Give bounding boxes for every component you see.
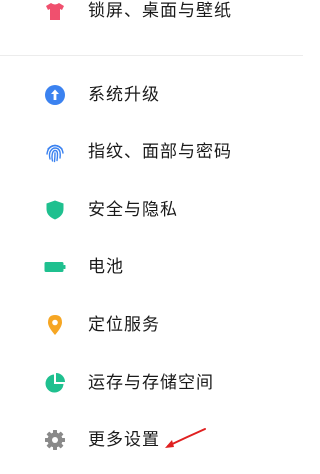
settings-item-security-privacy[interactable]: 安全与隐私 (0, 190, 303, 230)
settings-item-label: 运存与存储空间 (88, 373, 214, 393)
settings-item-more-settings[interactable]: 更多设置 (0, 420, 303, 460)
tshirt-icon (44, 0, 66, 22)
annotation-arrow-icon (165, 428, 206, 448)
location-pin-icon (44, 314, 66, 336)
settings-item-system-upgrade[interactable]: 系统升级 (0, 75, 303, 115)
settings-item-label: 系统升级 (88, 85, 160, 105)
settings-item-ram-storage[interactable]: 运存与存储空间 (0, 363, 303, 403)
section-divider (0, 55, 303, 56)
upgrade-arrow-icon (44, 84, 66, 106)
settings-item-label: 指纹、面部与密码 (88, 142, 232, 162)
settings-item-location-services[interactable]: 定位服务 (0, 305, 303, 345)
settings-item-label: 锁屏、桌面与壁纸 (88, 1, 232, 21)
gear-icon (44, 429, 66, 451)
storage-pie-icon (44, 372, 66, 394)
settings-item-battery[interactable]: 电池 (0, 247, 303, 287)
settings-item-lockscreen-wallpaper[interactable]: 锁屏、桌面与壁纸 (0, 0, 303, 31)
settings-item-label: 更多设置 (88, 430, 160, 450)
settings-item-label: 定位服务 (88, 315, 160, 335)
battery-icon (44, 256, 66, 278)
settings-item-label: 安全与隐私 (88, 200, 178, 220)
fingerprint-icon (44, 141, 66, 163)
shield-icon (44, 199, 66, 221)
settings-item-label: 电池 (88, 257, 124, 277)
settings-item-fingerprint-face-password[interactable]: 指纹、面部与密码 (0, 132, 303, 172)
settings-list: 锁屏、桌面与壁纸 系统升级 指纹、面部与密码 安全与隐私 电池 定位服务 运存与… (0, 0, 303, 474)
